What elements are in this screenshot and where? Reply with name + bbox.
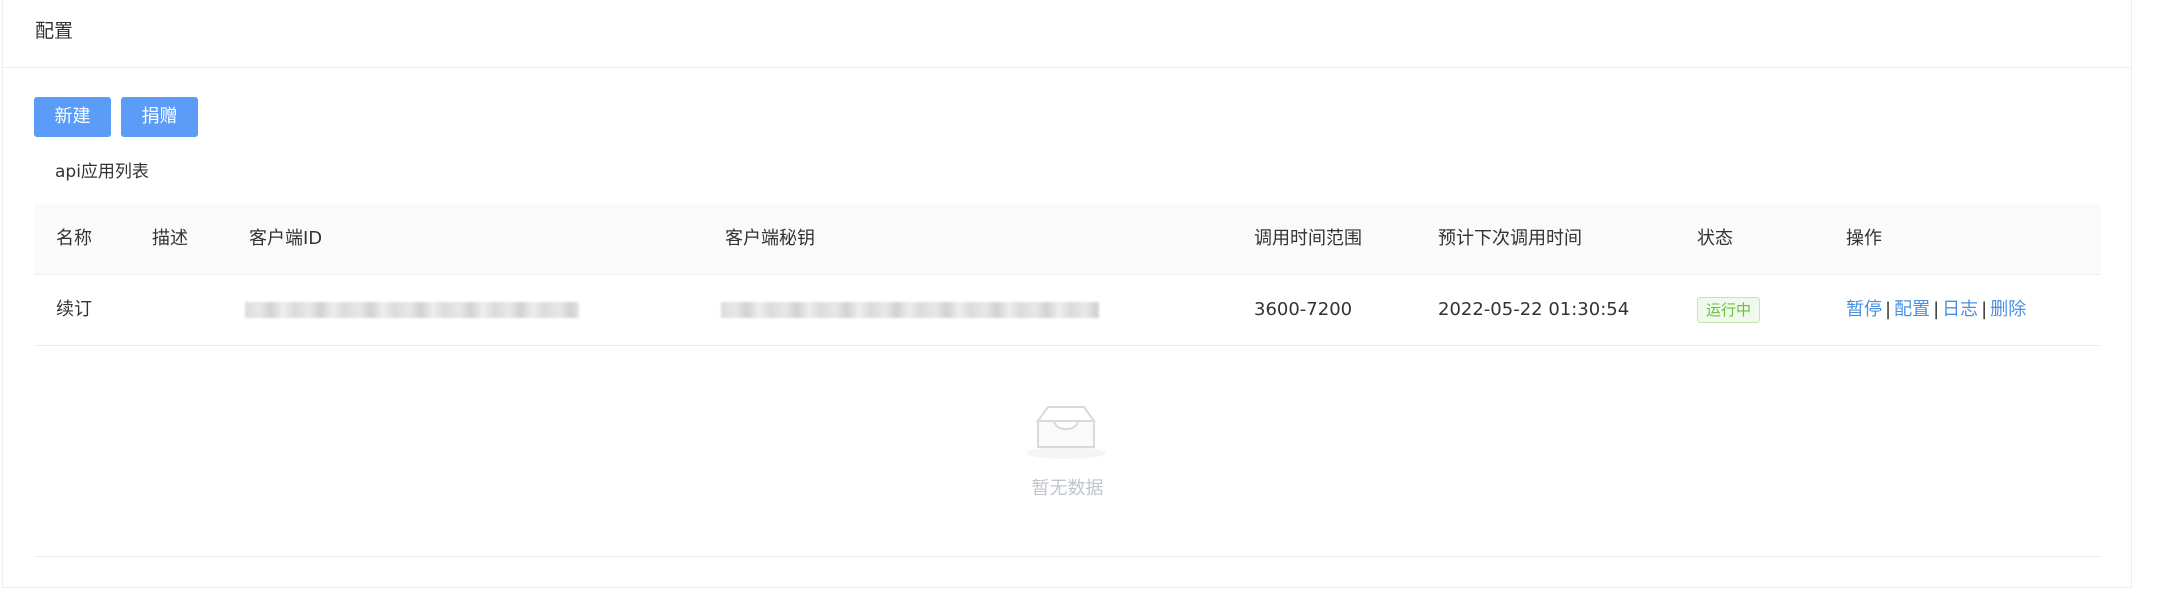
row-actions: 暂停 | 配置 | 日志 | 删除 (1846, 298, 2026, 322)
cell-client-secret-redacted (721, 302, 1099, 318)
empty-state: 暂无数据 (34, 346, 2101, 557)
column-header-status: 状态 (1697, 228, 1733, 249)
cell-time-range: 3600-7200 (1254, 299, 1353, 320)
config-card: 配置 新建 捐赠 api应用列表 名称 描述 客户端ID 客户端秘钥 调用时间范… (2, 0, 2132, 588)
empty-inbox-icon (1026, 406, 1106, 459)
column-header-client-id: 客户端ID (249, 228, 323, 249)
action-separator: | (1933, 299, 1940, 320)
card-header: 配置 (3, 0, 2131, 68)
column-header-client-secret: 客户端秘钥 (725, 228, 815, 249)
cell-name: 续订 (56, 299, 92, 320)
donate-button[interactable]: 捐赠 (121, 97, 198, 137)
empty-text: 暂无数据 (1031, 478, 1104, 499)
log-link[interactable]: 日志 (1942, 299, 1978, 320)
status-badge: 运行中 (1697, 297, 1761, 323)
column-header-description: 描述 (152, 228, 188, 249)
cell-client-id-redacted (245, 302, 579, 318)
column-header-time-range: 调用时间范围 (1254, 228, 1362, 249)
table-row: 续订 3600-7200 2022-05-22 01:30:54 运行中 暂停 |… (34, 275, 2101, 346)
page-title: 配置 (35, 20, 74, 42)
action-separator: | (1981, 299, 1988, 320)
configure-link[interactable]: 配置 (1894, 299, 1930, 320)
delete-link[interactable]: 删除 (1990, 299, 2026, 320)
column-header-next-call: 预计下次调用时间 (1438, 228, 1582, 249)
list-title: api应用列表 (55, 162, 149, 182)
pause-link[interactable]: 暂停 (1846, 299, 1882, 320)
action-separator: | (1885, 299, 1892, 320)
column-header-name: 名称 (56, 228, 92, 249)
cell-next-call: 2022-05-22 01:30:54 (1438, 299, 1630, 320)
column-header-actions: 操作 (1846, 228, 1882, 249)
api-app-table: 名称 描述 客户端ID 客户端秘钥 调用时间范围 预计下次调用时间 状态 操作 … (34, 204, 2101, 557)
new-button[interactable]: 新建 (34, 97, 111, 137)
table-header: 名称 描述 客户端ID 客户端秘钥 调用时间范围 预计下次调用时间 状态 操作 (34, 204, 2101, 275)
